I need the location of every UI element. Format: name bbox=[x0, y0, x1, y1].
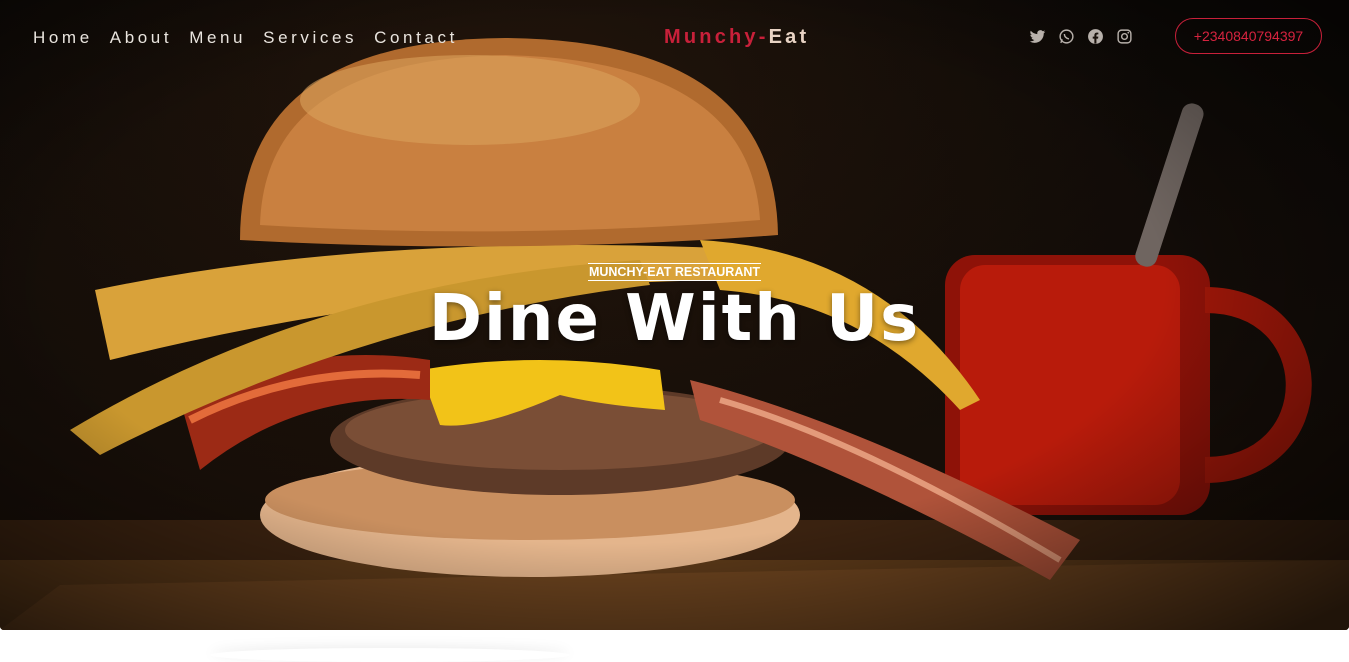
brand-part-1: Munchy- bbox=[664, 26, 769, 48]
social-links bbox=[1029, 28, 1133, 45]
brand-logo[interactable]: Munchy-Eat bbox=[664, 26, 809, 49]
instagram-icon[interactable] bbox=[1116, 28, 1133, 45]
hero-kicker: MUNCHY-EAT RESTAURANT bbox=[587, 263, 762, 281]
nav-menu-link[interactable]: Menu bbox=[189, 28, 246, 48]
whatsapp-icon[interactable] bbox=[1058, 28, 1075, 45]
nav-contact-link[interactable]: Contact bbox=[374, 28, 458, 48]
brand-part-2: Eat bbox=[768, 26, 810, 48]
nav-about-link[interactable]: About bbox=[110, 28, 172, 48]
twitter-icon[interactable] bbox=[1029, 28, 1046, 45]
hero-kicker-wrap: MUNCHY-EAT RESTAURANT bbox=[0, 261, 1349, 281]
phone-button[interactable]: +2340840794397 bbox=[1175, 18, 1322, 54]
nav-home-link[interactable]: Home bbox=[33, 28, 93, 48]
facebook-icon[interactable] bbox=[1087, 28, 1104, 45]
nav-services-link[interactable]: Services bbox=[263, 28, 357, 48]
hero-headline: Dine With Us bbox=[428, 282, 921, 356]
section-card-shadow bbox=[210, 648, 570, 662]
hero-section: Home About Menu Services Contact Munchy-… bbox=[0, 0, 1349, 630]
main-nav: Home About Menu Services Contact bbox=[33, 28, 475, 48]
